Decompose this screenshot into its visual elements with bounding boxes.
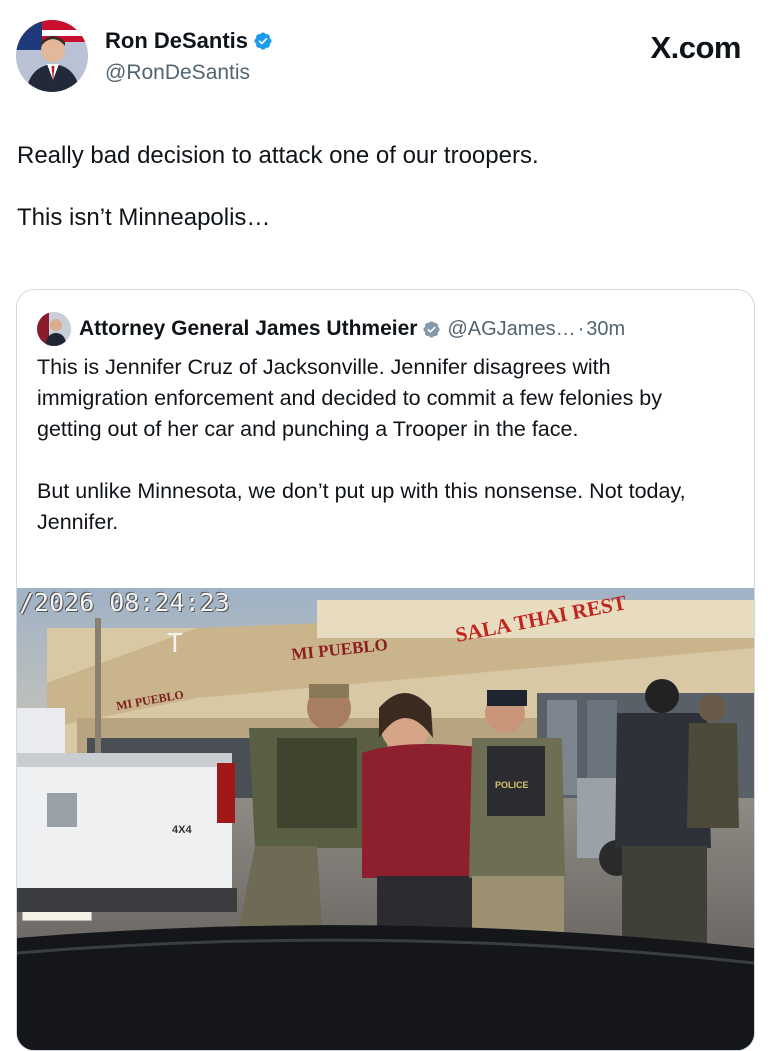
dashcam-timestamp: /2026 08:24:23: [19, 588, 230, 617]
quoted-timestamp[interactable]: 30m: [586, 318, 625, 341]
author-name[interactable]: Ron DeSantis: [105, 28, 248, 54]
quoted-video-still[interactable]: MI PUEBLO SALA THAI REST MI PUEBLO 4X4 9…: [17, 588, 754, 1050]
separator-dot: ·: [577, 317, 585, 340]
author-name-row: Ron DeSantis: [105, 28, 273, 54]
quoted-text-paragraph: But unlike Minnesota, we don’t put up wi…: [37, 479, 686, 534]
brand-logo-text: X.com: [650, 30, 741, 65]
post-header: Ron DeSantis @RonDeSantis X.com: [0, 0, 771, 110]
truck-badge: 4X4: [172, 824, 192, 836]
post-text-line: Really bad decision to attack one of our…: [17, 142, 539, 169]
quoted-text-paragraph: This is Jennifer Cruz of Jacksonville. J…: [37, 355, 663, 441]
author-handle[interactable]: @RonDeSantis: [105, 61, 250, 85]
post-body: Really bad decision to attack one of our…: [17, 140, 757, 233]
quoted-author-handle[interactable]: @AGJames…: [447, 318, 575, 341]
verified-badge-icon: [254, 32, 272, 50]
dashcam-scene: MI PUEBLO SALA THAI REST MI PUEBLO 4X4 9…: [17, 588, 754, 1050]
post-text-line: This isn’t Minneapolis…: [17, 204, 271, 231]
quoted-author-name[interactable]: Attorney General James Uthmeier: [79, 317, 417, 341]
quoted-post[interactable]: Attorney General James Uthmeier @AGJames…: [16, 289, 755, 1051]
quoted-body: This is Jennifer Cruz of Jacksonville. J…: [37, 352, 727, 538]
author-avatar[interactable]: [16, 20, 88, 92]
vest-label: POLICE: [495, 780, 529, 790]
camera-overlay-letter: T: [167, 629, 183, 659]
verified-badge-icon: [423, 320, 441, 338]
quoted-author-avatar[interactable]: [37, 312, 71, 346]
quoted-header: Attorney General James Uthmeier @AGJames…: [37, 312, 625, 346]
